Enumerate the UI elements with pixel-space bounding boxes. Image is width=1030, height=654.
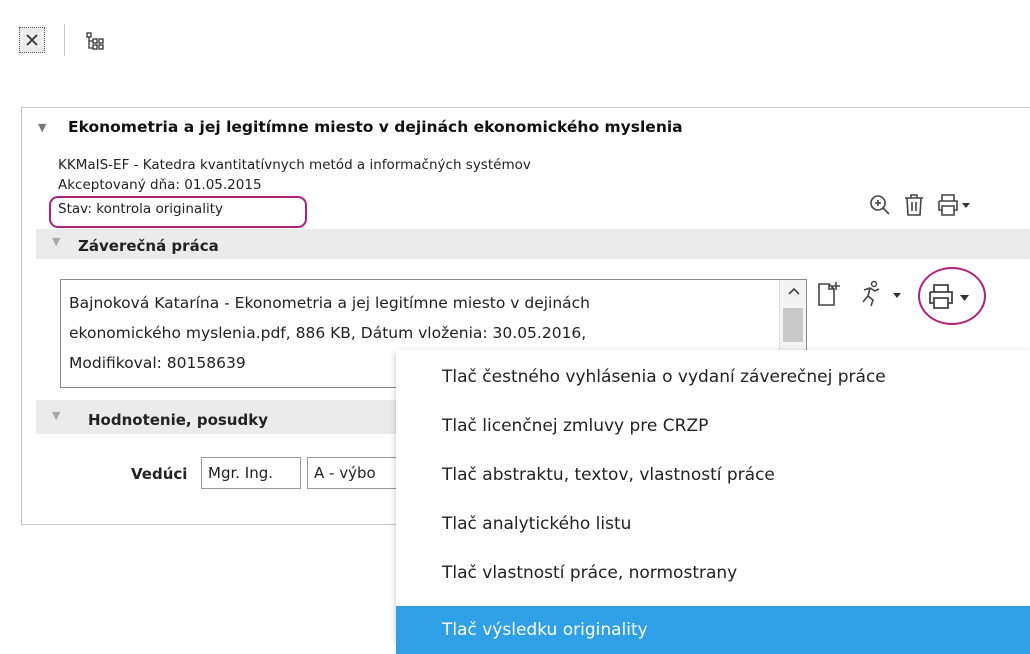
collapse-final-work-icon[interactable]: ▼ [52,235,60,248]
close-button[interactable] [19,27,45,53]
evaluation-underline [70,438,320,440]
evaluation-heading: Hodnotenie, posudky [88,411,268,429]
menu-item-originality-result[interactable]: Tlač výsledku originality [396,606,1030,654]
zoom-in-icon [870,195,890,215]
scrollbar-thumb[interactable] [783,308,803,342]
status-highlight [49,196,307,228]
file-line-1: Bajnoková Katarína - Ekonometria a jej l… [69,294,591,312]
trash-icon [905,194,923,216]
thesis-title: Ekonometria a jej legitímne miesto v dej… [68,118,683,136]
print-icon [938,194,970,216]
final-work-heading: Záverečná práca [78,237,219,255]
grade-select[interactable]: A - výbo [307,457,407,489]
menu-item-honor-declaration[interactable]: Tlač čestného vyhlásenia o vydaní závere… [396,353,1030,401]
supervisor-field[interactable]: Mgr. Ing. [201,457,301,489]
menu-item-properties[interactable]: Tlač vlastností práce, normostrany [396,549,1030,597]
close-icon [26,34,38,46]
zoom-button[interactable] [868,193,892,221]
hierarchy-button[interactable] [85,31,107,51]
menu-item-license-agreement[interactable]: Tlač licenčnej zmluvy pre CRZP [396,402,1030,450]
scroll-up-icon[interactable] [788,286,800,296]
new-document-button[interactable] [816,280,842,312]
final-work-underline [70,263,260,265]
file-line-2: ekonomického myslenia.pdf, 886 KB, Dátum… [69,324,587,342]
collapse-evaluation-icon[interactable]: ▼ [52,409,60,422]
thesis-print-button[interactable] [936,193,972,221]
collapse-thesis-icon[interactable]: ▼ [38,121,46,134]
toolbar-separator [64,24,65,56]
hierarchy-icon [86,32,104,50]
delete-button[interactable] [903,193,925,221]
supervisor-label: Vedúci [131,465,188,483]
print-menu: Tlač čestného vyhlásenia o vydaní závere… [396,350,1030,654]
menu-item-analytic-sheet[interactable]: Tlač analytického listu [396,500,1030,548]
print-highlight [918,267,986,325]
runner-button[interactable] [857,280,907,312]
runner-icon [862,280,901,307]
new-document-icon [818,282,840,306]
accepted-date: Akceptovaný dňa: 01.05.2015 [58,177,262,193]
department-text: KKMaIS-EF - Katedra kvantitatívnych metó… [58,157,531,173]
menu-item-abstract[interactable]: Tlač abstraktu, textov, vlastností práce [396,451,1030,499]
